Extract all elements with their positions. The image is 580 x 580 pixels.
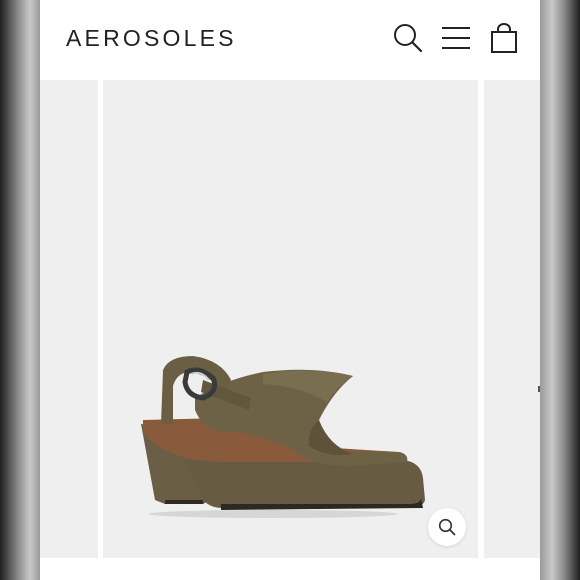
mobile-screen: AEROSOLES [40,0,540,580]
zoom-button[interactable] [428,508,466,546]
hamburger-menu-icon [442,27,470,49]
search-icon [394,24,423,53]
previous-slide[interactable] [40,80,98,558]
brand-logo[interactable]: AEROSOLES [66,24,237,52]
site-header: AEROSOLES [40,0,540,75]
menu-button[interactable] [440,22,472,54]
main-product-slide[interactable] [103,80,478,558]
shopping-bag-icon [491,23,517,53]
content-below-gallery [40,560,540,580]
zoom-magnifier-icon [438,518,456,536]
search-button[interactable] [392,22,424,54]
product-gallery [40,74,540,580]
product-sandal-image [141,356,425,518]
next-slide[interactable] [484,80,540,558]
cart-button[interactable] [488,22,520,54]
slide-indicator [538,386,540,392]
